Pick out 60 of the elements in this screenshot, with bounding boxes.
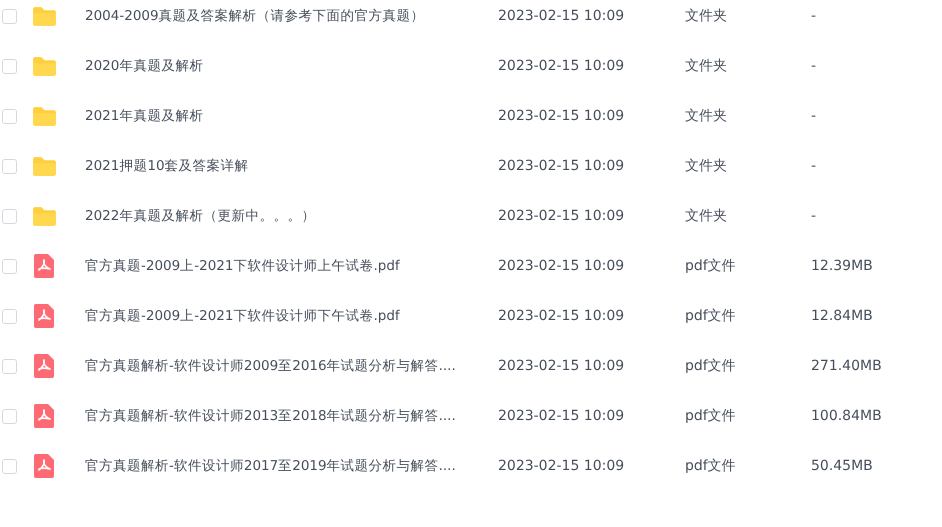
pdf-file-icon <box>34 354 54 378</box>
file-size: 12.84MB <box>811 308 874 324</box>
file-name[interactable]: 官方真题解析-软件设计师2009至2016年试题分析与解答.... <box>85 357 498 375</box>
file-type: 文件夹 <box>685 207 728 225</box>
file-name[interactable]: 2020年真题及解析 <box>85 57 498 75</box>
folder-icon <box>32 6 56 26</box>
file-size: - <box>811 58 818 74</box>
file-name[interactable]: 2004-2009真题及答案解析（请参考下面的官方真题） <box>85 7 498 25</box>
checkbox[interactable] <box>2 58 17 74</box>
file-type: 文件夹 <box>685 57 728 75</box>
folder-icon <box>32 56 56 76</box>
file-name[interactable]: 官方真题解析-软件设计师2017至2019年试题分析与解答.... <box>85 457 498 475</box>
modified-date: 2023-02-15 10:09 <box>498 8 626 24</box>
modified-date: 2023-02-15 10:09 <box>498 258 626 274</box>
file-size: - <box>811 158 818 174</box>
file-size: - <box>811 108 818 124</box>
file-size: - <box>811 208 818 224</box>
checkbox[interactable] <box>2 408 17 424</box>
file-name[interactable]: 2021年真题及解析 <box>85 107 498 125</box>
file-size: 12.39MB <box>811 258 874 274</box>
file-name[interactable]: 2021押题10套及答案详解 <box>85 157 498 175</box>
pdf-file-icon <box>34 404 54 428</box>
folder-icon <box>32 106 56 126</box>
file-type: pdf文件 <box>685 357 737 375</box>
file-type: pdf文件 <box>685 457 737 475</box>
checkbox[interactable] <box>2 458 17 474</box>
checkbox[interactable] <box>2 158 17 174</box>
file-name[interactable]: 2022年真题及解析（更新中。。。） <box>85 207 498 225</box>
checkbox[interactable] <box>2 208 17 224</box>
modified-date: 2023-02-15 10:09 <box>498 458 626 474</box>
checkbox[interactable] <box>2 8 17 24</box>
pdf-file-icon <box>34 254 54 278</box>
modified-date: 2023-02-15 10:09 <box>498 308 626 324</box>
file-type: pdf文件 <box>685 257 737 275</box>
pdf-file-icon <box>34 304 54 328</box>
checkbox[interactable] <box>2 258 17 274</box>
file-type: 文件夹 <box>685 157 728 175</box>
modified-date: 2023-02-15 10:09 <box>498 158 626 174</box>
file-name[interactable]: 官方真题-2009上-2021下软件设计师下午试卷.pdf <box>85 307 498 325</box>
file-type: pdf文件 <box>685 407 737 425</box>
file-type: 文件夹 <box>685 107 728 125</box>
checkbox[interactable] <box>2 108 17 124</box>
folder-icon <box>32 156 56 176</box>
file-type: 文件夹 <box>685 7 728 25</box>
checkbox[interactable] <box>2 308 17 324</box>
modified-date: 2023-02-15 10:09 <box>498 58 626 74</box>
file-size: 50.45MB <box>811 458 874 474</box>
file-name[interactable]: 官方真题-2009上-2021下软件设计师上午试卷.pdf <box>85 257 498 275</box>
modified-date: 2023-02-15 10:09 <box>498 358 626 374</box>
file-size: 271.40MB <box>811 358 883 374</box>
file-size: 100.84MB <box>811 408 883 424</box>
checkbox[interactable] <box>2 358 17 374</box>
modified-date: 2023-02-15 10:09 <box>498 208 626 224</box>
modified-date: 2023-02-15 10:09 <box>498 108 626 124</box>
folder-icon <box>32 206 56 226</box>
pdf-file-icon <box>34 454 54 478</box>
file-size: - <box>811 8 818 24</box>
file-type: pdf文件 <box>685 307 737 325</box>
file-name[interactable]: 官方真题解析-软件设计师2013至2018年试题分析与解答.... <box>85 407 498 425</box>
modified-date: 2023-02-15 10:09 <box>498 408 626 424</box>
